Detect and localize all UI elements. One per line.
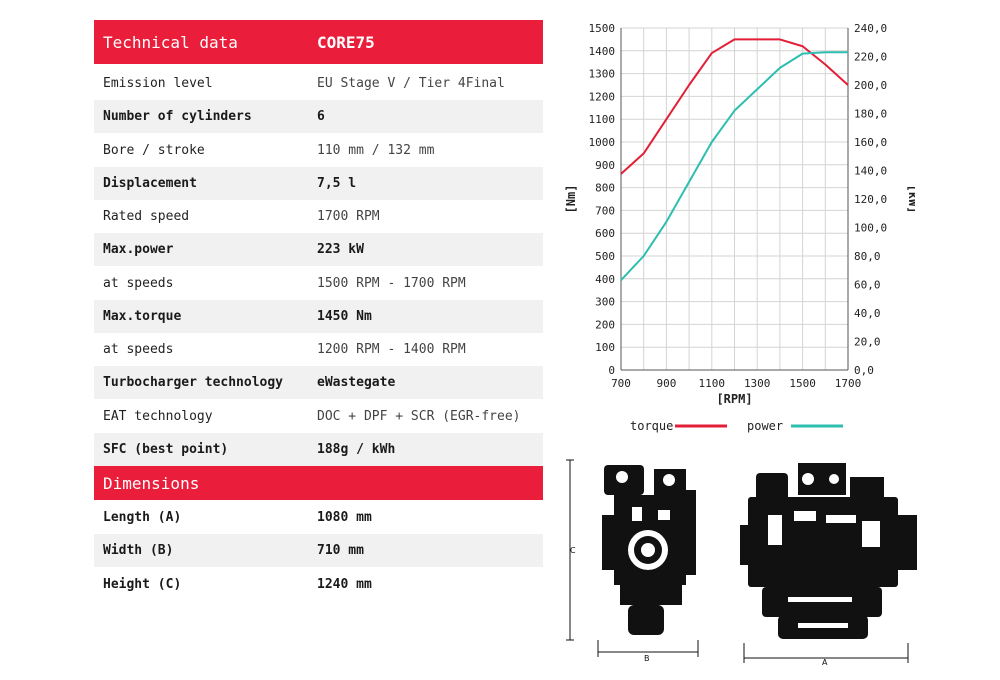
engine-side-view-drawing: C B — [566, 459, 699, 663]
y-tick-label: 600 — [595, 227, 615, 240]
spec-value: 6 — [317, 109, 325, 125]
dimensions-header: Dimensions — [94, 466, 543, 500]
y2-tick-label: 200,0 — [854, 79, 887, 92]
dimension-label: Width (B) — [103, 543, 174, 559]
y-tick-label: 1100 — [589, 113, 616, 126]
dimension-label: Length (A) — [103, 510, 182, 525]
spec-value: DOC + DPF + SCR (EGR-free) — [317, 408, 521, 424]
spec-row: Max.torque 1450 Nm — [94, 299, 543, 333]
engine-front-view-drawing: A — [740, 463, 917, 667]
spec-label: Max.torque — [103, 308, 182, 324]
spec-value: EU Stage V / Tier 4Final — [317, 76, 505, 91]
y-tick-label: 1000 — [589, 136, 616, 149]
y2-tick-label: 140,0 — [854, 165, 887, 178]
spec-value: 7,5 l — [317, 175, 357, 191]
y-tick-label: 300 — [595, 296, 615, 309]
spec-row: at speeds 1200 RPM - 1400 RPM — [94, 333, 543, 366]
y2-tick-label: 240,0 — [854, 22, 887, 35]
y-tick-label: 1400 — [589, 45, 616, 58]
spec-value: 1700 RPM — [317, 209, 380, 224]
spec-label: Rated speed — [103, 209, 190, 224]
y-tick-label: 0 — [608, 364, 615, 377]
spec-label: Number of cylinders — [103, 109, 252, 125]
spec-label: Max.power — [103, 242, 174, 258]
spec-row: Rated speed 1700 RPM — [94, 200, 543, 233]
torque-power-chart: 0 100 200 300 400 500 600 700 800 900 1000 1100 1200… — [564, 22, 915, 433]
y2-tick-label: 120,0 — [854, 193, 887, 206]
spec-row: EAT technology DOC + DPF + SCR (EGR-free) — [94, 400, 543, 433]
y-tick-label: 1300 — [589, 68, 616, 81]
x-tick-label: 1100 — [699, 377, 726, 390]
spec-value: 188g / kWh — [317, 441, 396, 457]
y-tick-label: 200 — [595, 318, 615, 331]
height-dimension-label: C — [570, 546, 576, 555]
y2-tick-label: 40,0 — [854, 307, 881, 320]
y-tick-label: 400 — [595, 273, 615, 286]
spec-label: at speeds — [103, 342, 174, 357]
x-axis-title: [RPM] — [716, 392, 752, 406]
y-tick-label: 900 — [595, 159, 615, 172]
y-tick-label: 700 — [595, 204, 615, 217]
spec-value: 223 kW — [317, 242, 364, 258]
spec-label: EAT technology — [103, 408, 213, 424]
dimension-label: Height (C) — [103, 576, 182, 592]
dimension-row: Length (A) 1080 mm — [94, 501, 543, 534]
spec-value: 110 mm / 132 mm — [317, 142, 435, 158]
length-dimension-label: A — [822, 658, 828, 667]
y2-axis-title: [kW] — [906, 185, 915, 214]
dimension-row: Width (B) 710 mm — [94, 534, 543, 568]
spec-row: Max.power 223 kW — [94, 233, 543, 267]
dimension-value: 710 mm — [317, 543, 364, 559]
model-name: CORE75 — [317, 32, 375, 52]
spec-label: Emission level — [103, 76, 213, 91]
spec-value: 1500 RPM - 1700 RPM — [317, 275, 466, 291]
y-tick-label: 1500 — [589, 22, 616, 35]
spec-row: Turbocharger technology eWastegate — [94, 366, 543, 400]
y2-tick-label: 60,0 — [854, 279, 881, 292]
legend-label-power: power — [747, 419, 783, 433]
y-axis-title: [Nm] — [564, 185, 578, 214]
technical-data-header: Technical data CORE75 — [94, 20, 543, 64]
technical-data-title: Technical data — [103, 32, 238, 52]
spec-label: Turbocharger technology — [103, 375, 284, 391]
y-tick-label: 1200 — [589, 90, 616, 103]
spec-label: at speeds — [103, 275, 174, 291]
y2-tick-label: 20,0 — [854, 336, 881, 349]
spec-row: Displacement 7,5 l — [94, 166, 543, 200]
y2-tick-label: 180,0 — [854, 108, 887, 121]
spec-row: at speeds 1500 RPM - 1700 RPM — [94, 267, 543, 300]
dimensions-title: Dimensions — [103, 473, 200, 493]
spec-row: Number of cylinders 6 — [94, 100, 543, 134]
dimension-value: 1080 mm — [317, 510, 372, 525]
y-tick-label: 100 — [595, 341, 615, 354]
spec-row: Emission level EU Stage V / Tier 4Final — [94, 67, 543, 100]
spec-value: eWastegate — [317, 375, 396, 391]
legend-label-torque: torque — [630, 419, 673, 433]
y2-tick-label: 100,0 — [854, 222, 887, 235]
spec-row: SFC (best point) 188g / kWh — [94, 432, 543, 466]
x-tick-label: 900 — [656, 377, 676, 390]
y2-tick-label: 0,0 — [854, 364, 874, 377]
y-tick-label: 500 — [595, 250, 615, 263]
spec-label: Bore / stroke — [103, 142, 205, 158]
width-dimension-label: B — [644, 654, 650, 663]
x-tick-label: 1300 — [744, 377, 771, 390]
y2-tick-label: 80,0 — [854, 250, 881, 263]
spec-label: Displacement — [103, 175, 197, 191]
dimension-value: 1240 mm — [317, 576, 372, 592]
x-tick-label: 1700 — [835, 377, 862, 390]
spec-row: Bore / stroke 110 mm / 132 mm — [94, 134, 543, 167]
dimension-row: Height (C) 1240 mm — [94, 568, 543, 601]
spec-value: 1450 Nm — [317, 308, 372, 324]
y2-tick-label: 220,0 — [854, 51, 887, 64]
y2-tick-label: 160,0 — [854, 136, 887, 149]
x-tick-label: 1500 — [789, 377, 816, 390]
x-tick-label: 700 — [611, 377, 631, 390]
spec-label: SFC (best point) — [103, 441, 229, 457]
y-tick-label: 800 — [595, 182, 615, 195]
spec-value: 1200 RPM - 1400 RPM — [317, 342, 466, 357]
